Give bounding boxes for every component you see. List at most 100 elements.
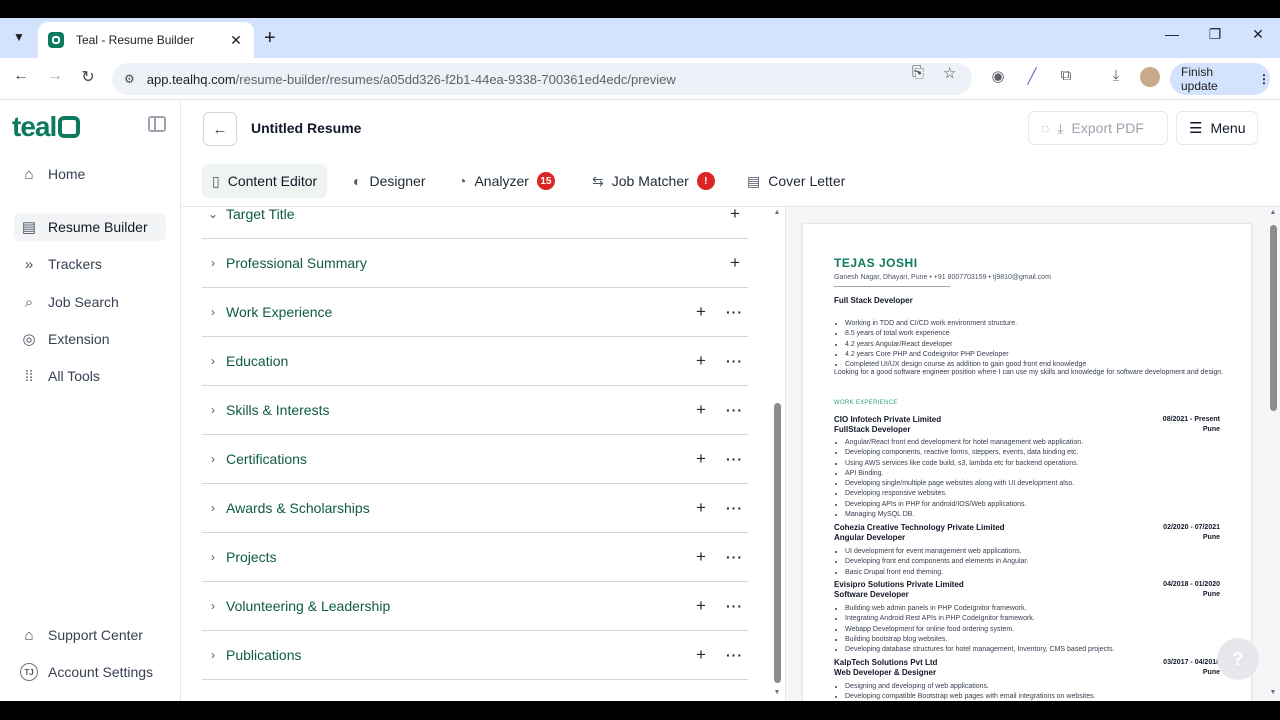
camera-extension-icon[interactable]: ◉ bbox=[987, 67, 1009, 85]
forward-icon[interactable]: → bbox=[44, 67, 66, 85]
sidebar-item-account-settings[interactable]: TJ Account Settings bbox=[14, 658, 166, 686]
tab-search-icon[interactable]: ▼ bbox=[8, 26, 30, 48]
close-tab-icon[interactable]: ✕ bbox=[228, 32, 244, 49]
section-professional-summary[interactable]: › Professional Summary + bbox=[202, 239, 748, 288]
scroll-down-icon[interactable]: ▼ bbox=[1268, 689, 1278, 696]
more-options-icon[interactable]: ··· bbox=[726, 451, 743, 467]
palette-icon: ◐ bbox=[353, 173, 362, 189]
section-skills-interests[interactable]: › Skills & Interests + ··· bbox=[202, 386, 748, 435]
minimize-icon[interactable]: — bbox=[1160, 26, 1184, 42]
preview-scroll-thumb[interactable] bbox=[1270, 225, 1277, 411]
resume-preview: TEJAS JOSHI Ganesh Nagar, Dhayari, Pune … bbox=[785, 207, 1280, 701]
letter-icon: ▤ bbox=[747, 172, 761, 189]
section-certifications[interactable]: › Certifications + ··· bbox=[202, 435, 748, 484]
more-vert-icon[interactable]: ⋮ bbox=[1258, 72, 1270, 86]
hamburger-icon: ☰ bbox=[1189, 120, 1203, 137]
add-icon[interactable]: + bbox=[692, 449, 710, 469]
help-button[interactable]: ? bbox=[1217, 638, 1259, 680]
sidebar-item-trackers[interactable]: » Trackers bbox=[14, 250, 166, 278]
job-role: Angular Developer bbox=[834, 533, 906, 542]
section-education[interactable]: › Education + ··· bbox=[202, 337, 748, 386]
add-icon[interactable]: + bbox=[726, 207, 744, 224]
tab-content-editor[interactable]: ▯ Content Editor bbox=[202, 164, 328, 198]
browser-tab[interactable]: Teal - Resume Builder ✕ bbox=[38, 22, 254, 58]
list-item: Developing components, reactive forms, s… bbox=[845, 448, 1083, 458]
add-icon[interactable]: + bbox=[692, 498, 710, 518]
back-button[interactable]: ← bbox=[203, 112, 237, 146]
restore-icon[interactable]: ❐ bbox=[1203, 26, 1227, 43]
tab-label: Job Matcher bbox=[611, 173, 689, 189]
section-projects[interactable]: › Projects + ··· bbox=[202, 533, 748, 582]
list-item: Webapp Development for online food order… bbox=[845, 625, 1115, 635]
chevron-right-icon[interactable]: › bbox=[202, 648, 224, 662]
more-options-icon[interactable]: ··· bbox=[726, 500, 743, 516]
scroll-up-icon[interactable]: ▲ bbox=[772, 209, 782, 216]
chevron-right-icon[interactable]: › bbox=[202, 354, 224, 368]
chevron-right-icon[interactable]: › bbox=[202, 305, 224, 319]
install-app-icon[interactable]: ⎘ bbox=[912, 64, 924, 81]
new-tab-icon[interactable]: + bbox=[264, 28, 276, 48]
tab-label: Analyzer bbox=[474, 173, 529, 189]
tab-cover-letter[interactable]: ▤ Cover Letter bbox=[737, 164, 855, 198]
editor-scrollbar[interactable]: ▲ ▼ bbox=[772, 207, 782, 701]
reload-icon[interactable]: ↻ bbox=[77, 67, 99, 87]
add-icon[interactable]: + bbox=[692, 302, 710, 322]
section-target-title[interactable]: ⌄ Target Title + bbox=[202, 207, 748, 239]
menu-button[interactable]: ☰ Menu bbox=[1176, 111, 1258, 145]
url-field[interactable]: ⚙ app.tealhq.com/resume-builder/resumes/… bbox=[112, 63, 972, 95]
sidebar-item-all-tools[interactable]: ⁞⁞ All Tools bbox=[14, 362, 166, 390]
close-window-icon[interactable]: ✕ bbox=[1246, 26, 1270, 43]
profile-avatar[interactable] bbox=[1140, 67, 1160, 87]
more-options-icon[interactable]: ··· bbox=[726, 549, 743, 565]
bookmark-star-icon[interactable]: ☆ bbox=[943, 64, 956, 82]
section-work-experience[interactable]: › Work Experience + ··· bbox=[202, 288, 748, 337]
tab-analyzer[interactable]: ◔ Analyzer 15 bbox=[448, 164, 565, 198]
more-options-icon[interactable]: ··· bbox=[726, 353, 743, 369]
scroll-down-icon[interactable]: ▼ bbox=[772, 689, 782, 696]
add-icon[interactable]: + bbox=[726, 253, 744, 273]
tab-designer[interactable]: ◐ Designer bbox=[343, 164, 436, 198]
add-icon[interactable]: + bbox=[692, 645, 710, 665]
section-publications[interactable]: › Publications + ··· bbox=[202, 631, 748, 680]
sidebar-item-job-search[interactable]: ⌕ Job Search bbox=[14, 288, 166, 316]
page-title[interactable]: Untitled Resume bbox=[251, 120, 361, 136]
collapse-sidebar-icon[interactable] bbox=[148, 116, 166, 132]
chevron-right-icon[interactable]: › bbox=[202, 452, 224, 466]
tab-job-matcher[interactable]: ⇆ Job Matcher ! bbox=[582, 164, 725, 198]
back-icon[interactable]: ← bbox=[10, 67, 32, 85]
chevron-right-icon[interactable]: › bbox=[202, 550, 224, 564]
teal-logo[interactable]: teal bbox=[12, 111, 81, 143]
chevron-down-icon[interactable]: ⌄ bbox=[202, 207, 224, 221]
extensions-puzzle-icon[interactable]: ⧉ bbox=[1055, 67, 1077, 84]
chevron-right-icon[interactable]: › bbox=[202, 501, 224, 515]
finish-update-button[interactable]: Finish update ⋮ bbox=[1170, 63, 1270, 95]
list-item: Working in TDD and CI/CD work environmen… bbox=[845, 319, 1086, 329]
editor-scroll-thumb[interactable] bbox=[774, 403, 781, 683]
sidebar-item-resume-builder[interactable]: ▤ Resume Builder bbox=[14, 213, 166, 241]
add-icon[interactable]: + bbox=[692, 547, 710, 567]
section-volunteering-leadership[interactable]: › Volunteering & Leadership + ··· bbox=[202, 582, 748, 631]
sidebar-item-support-center[interactable]: ⌂ Support Center bbox=[14, 621, 166, 649]
more-options-icon[interactable]: ··· bbox=[726, 598, 743, 614]
resume-contact: Ganesh Nagar, Dhayari, Pune • +91 800770… bbox=[834, 274, 1051, 281]
downloads-icon[interactable]: ⤓ bbox=[1105, 67, 1127, 84]
add-icon[interactable]: + bbox=[692, 400, 710, 420]
add-icon[interactable]: + bbox=[692, 596, 710, 616]
preview-scrollbar[interactable]: ▲ ▼ bbox=[1268, 207, 1278, 701]
list-item: Angular/React front end development for … bbox=[845, 438, 1083, 448]
scroll-up-icon[interactable]: ▲ bbox=[1268, 209, 1278, 216]
export-pdf-button[interactable]: ◌ ⤓ Export PDF bbox=[1028, 111, 1168, 145]
more-options-icon[interactable]: ··· bbox=[726, 647, 743, 663]
sidebar-item-extension[interactable]: ◎ Extension bbox=[14, 325, 166, 353]
chevron-right-icon[interactable]: › bbox=[202, 599, 224, 613]
chevron-right-icon[interactable]: › bbox=[202, 256, 224, 270]
site-info-icon[interactable]: ⚙ bbox=[124, 72, 135, 86]
section-awards-scholarships[interactable]: › Awards & Scholarships + ··· bbox=[202, 484, 748, 533]
pen-extension-icon[interactable]: ╱ bbox=[1021, 67, 1043, 85]
chevron-right-icon[interactable]: › bbox=[202, 403, 224, 417]
more-options-icon[interactable]: ··· bbox=[726, 402, 743, 418]
add-icon[interactable]: + bbox=[692, 351, 710, 371]
more-options-icon[interactable]: ··· bbox=[726, 304, 743, 320]
avatar-wrap: TJ bbox=[19, 662, 39, 682]
sidebar-item-home[interactable]: ⌂ Home bbox=[14, 160, 166, 188]
